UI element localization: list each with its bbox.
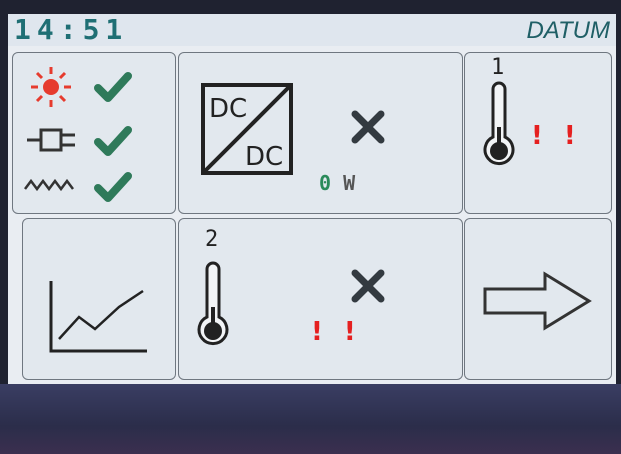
arrow-right-icon — [483, 271, 592, 331]
plug-icon — [27, 128, 75, 152]
dcdc-converter-tile[interactable]: DC DC 0 W — [178, 52, 463, 214]
dc-label-bottom: DC — [245, 142, 283, 172]
cross-icon — [351, 269, 385, 303]
power-unit: W — [343, 171, 356, 195]
cross-icon — [351, 110, 385, 144]
sensor-number: 1 — [491, 55, 505, 80]
check-icon — [94, 126, 132, 156]
date-button[interactable]: DATUM — [526, 18, 610, 44]
dcdc-converter-icon: DC DC — [201, 83, 293, 175]
thermometer-icon — [197, 261, 229, 346]
line-chart-icon — [49, 281, 147, 353]
power-value: 0 — [319, 171, 332, 195]
sun-icon — [31, 67, 71, 107]
header-bar: 14:51 DATUM — [8, 14, 616, 46]
lcd-screen: 14:51 DATUM DC DC 0 W 1 ! ! 2 ! ! — [8, 14, 616, 384]
sensor-number: 2 — [205, 227, 219, 252]
check-icon — [94, 72, 132, 102]
bezel-bottom — [0, 384, 621, 454]
history-chart-tile[interactable] — [22, 218, 176, 380]
check-icon — [94, 172, 132, 202]
power-readout: 0 W — [319, 171, 355, 195]
status-tile — [12, 52, 176, 214]
temperature-sensor-2-tile[interactable]: 2 ! ! — [178, 218, 463, 380]
next-page-tile[interactable] — [464, 218, 612, 380]
thermometer-icon — [483, 81, 515, 166]
device-bezel: 14:51 DATUM DC DC 0 W 1 ! ! 2 ! ! — [0, 0, 621, 454]
clock-display: 14:51 — [14, 14, 129, 46]
dc-label-top: DC — [209, 94, 247, 124]
temperature-sensor-1-tile[interactable]: 1 ! ! — [464, 52, 612, 214]
temperature-alert: ! ! — [311, 317, 362, 347]
zigzag-wave-icon — [24, 178, 74, 192]
temperature-alert: ! ! — [531, 121, 582, 151]
